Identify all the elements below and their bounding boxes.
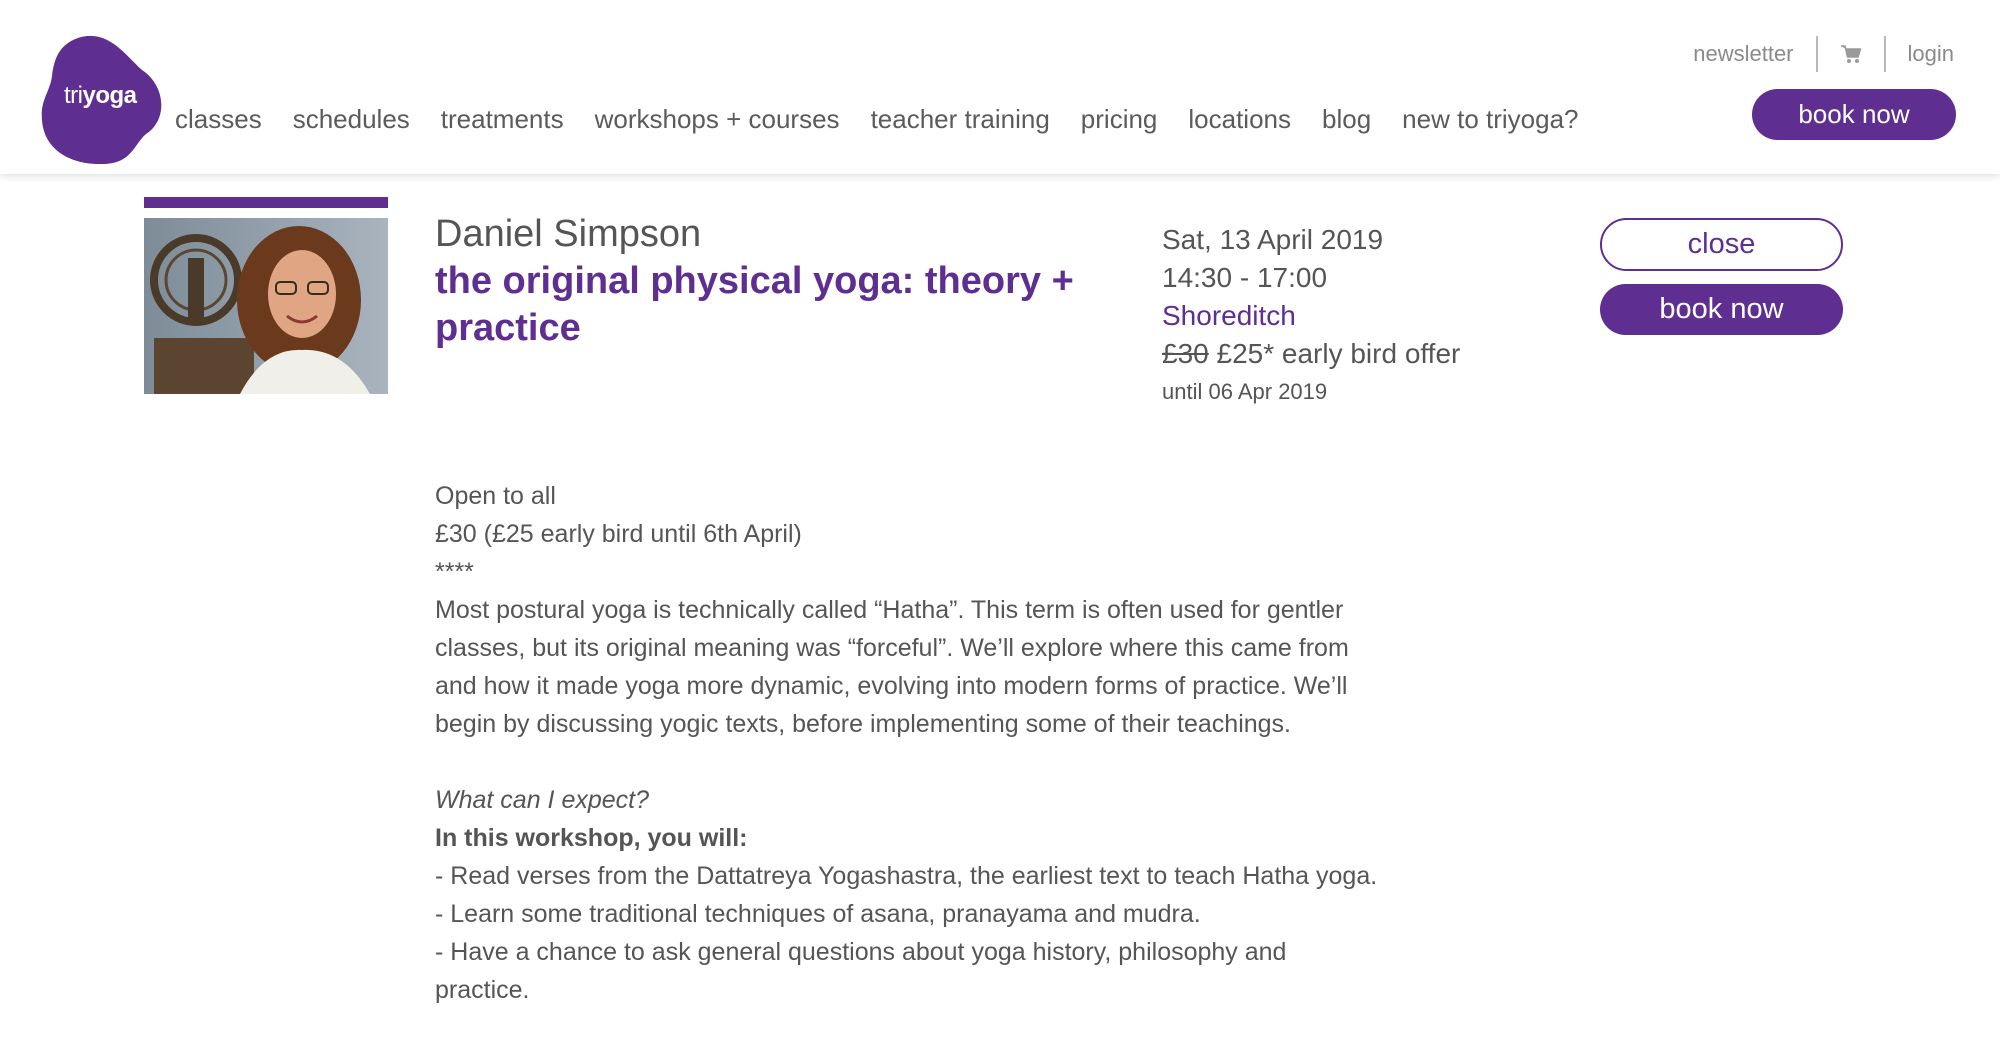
cart-icon[interactable] (1840, 44, 1862, 64)
workshop-will-heading: In this workshop, you will: (435, 824, 748, 852)
login-link[interactable]: login (1908, 41, 1954, 67)
list-item: practice. (435, 976, 530, 1004)
offer-price: £25* early bird offer (1216, 338, 1461, 369)
header-book-now-button[interactable]: book now (1752, 89, 1956, 140)
event-date: Sat, 13 April 2019 (1162, 224, 1384, 255)
original-price: £30 (1162, 338, 1209, 369)
offer-until: until 06 Apr 2019 (1162, 379, 1328, 404)
list-item: - Learn some traditional techniques of a… (435, 900, 1201, 928)
nav-item-locations[interactable]: locations (1188, 104, 1291, 135)
divider (1815, 36, 1818, 72)
list-item: - Read verses from the Dattatreya Yogash… (435, 862, 1378, 890)
nav-item-pricing[interactable]: pricing (1081, 104, 1158, 135)
description-line: classes, but its original meaning was “f… (435, 634, 1349, 662)
event-info: Sat, 13 April 2019 14:30 - 17:00 Shoredi… (1162, 221, 1460, 407)
utility-links: newsletter login (1693, 34, 1954, 74)
site-header: triyoga classes schedules treatments wor… (0, 0, 2000, 174)
close-button[interactable]: close (1600, 218, 1843, 271)
nav-item-schedules[interactable]: schedules (293, 104, 410, 135)
logo-text: triyoga (64, 82, 137, 109)
main-nav: classes schedules treatments workshops +… (175, 104, 1579, 135)
page: triyoga classes schedules treatments wor… (0, 0, 2000, 1050)
expect-heading: What can I expect? (435, 786, 650, 814)
event-location-link[interactable]: Shoreditch (1162, 297, 1460, 335)
audience-text: Open to all (435, 482, 556, 510)
separator-stars: **** (435, 558, 474, 586)
event-time: 14:30 - 17:00 (1162, 262, 1328, 293)
price-text: £30 (£25 early bird until 6th April) (435, 520, 802, 548)
divider (1883, 36, 1886, 72)
description-line: begin by discussing yogic texts, before … (435, 710, 1292, 738)
event-price: £30 £25* early bird offer (1162, 335, 1460, 373)
nav-item-new-to-triyoga[interactable]: new to triyoga? (1402, 104, 1578, 135)
triyoga-logo[interactable]: triyoga (38, 34, 164, 166)
nav-item-workshops-courses[interactable]: workshops + courses (595, 104, 840, 135)
list-item: - Have a chance to ask general questions… (435, 938, 1287, 966)
teacher-photo (144, 218, 388, 394)
workshop-title: the original physical yoga: theory + pra… (435, 260, 1074, 349)
nav-item-classes[interactable]: classes (175, 104, 262, 135)
description-line: and how it made yoga more dynamic, evolv… (435, 672, 1348, 700)
nav-item-treatments[interactable]: treatments (441, 104, 564, 135)
nav-item-teacher-training[interactable]: teacher training (871, 104, 1050, 135)
description-line: Most postural yoga is technically called… (435, 596, 1344, 624)
newsletter-link[interactable]: newsletter (1693, 41, 1793, 67)
book-now-button[interactable]: book now (1600, 284, 1843, 335)
accent-bar (144, 197, 388, 208)
nav-item-blog[interactable]: blog (1322, 104, 1371, 135)
workshop-description: Open to all £30 (£25 early bird until 6t… (435, 477, 1415, 1009)
teacher-name[interactable]: Daniel Simpson (435, 213, 701, 256)
